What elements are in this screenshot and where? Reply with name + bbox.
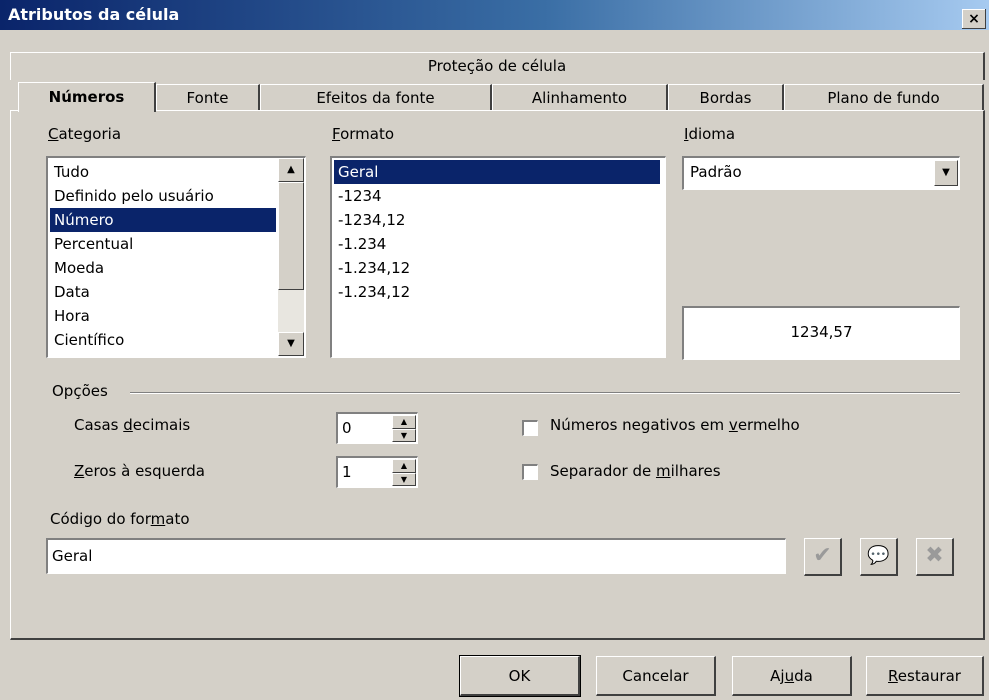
scroll-down-button[interactable]: ▼ bbox=[278, 332, 304, 356]
tab-protecao-de-celula[interactable]: Proteção de célula bbox=[10, 52, 985, 80]
casas-decimais-value[interactable]: 0 bbox=[342, 419, 352, 437]
negativos-vermelho-checkbox[interactable] bbox=[522, 420, 538, 436]
zeros-esquerda-value[interactable]: 1 bbox=[342, 463, 352, 481]
zeros-esquerda-stepper[interactable]: 1 ▲ ▼ bbox=[336, 456, 418, 488]
list-item[interactable]: -1234 bbox=[334, 184, 660, 208]
dialog-window: Atributos da célula × Proteção de célula… bbox=[0, 0, 989, 700]
idioma-label: Idioma bbox=[684, 125, 736, 143]
cancel-button[interactable]: Cancelar bbox=[596, 656, 716, 696]
list-item[interactable]: Científico bbox=[50, 328, 278, 352]
opcoes-group-label: Opções bbox=[52, 382, 108, 400]
scroll-thumb[interactable] bbox=[278, 182, 304, 290]
reset-button[interactable]: Restaurar bbox=[866, 656, 984, 696]
negativos-vermelho-label[interactable]: Números negativos em vermelho bbox=[550, 416, 800, 434]
tab-fonte[interactable]: Fonte bbox=[156, 84, 260, 110]
delete-icon[interactable]: ✖ bbox=[916, 538, 954, 576]
ok-button[interactable]: OK bbox=[459, 655, 581, 697]
formato-label: Formato bbox=[332, 125, 395, 143]
list-item[interactable]: -1.234 bbox=[334, 232, 660, 256]
zeros-esquerda-label: Zeros à esquerda bbox=[74, 462, 205, 480]
idioma-select[interactable]: Padrão ▼ bbox=[682, 156, 960, 190]
help-button[interactable]: Ajuda bbox=[732, 656, 852, 696]
spin-up-icon[interactable]: ▲ bbox=[392, 459, 416, 473]
spin-down-icon[interactable]: ▼ bbox=[392, 429, 416, 442]
categoria-label: Categoria bbox=[48, 125, 122, 143]
tab-plano-de-fundo[interactable]: Plano de fundo bbox=[784, 84, 984, 110]
categoria-scrollbar[interactable]: ▲ ▼ bbox=[278, 158, 304, 356]
tab-bordas[interactable]: Bordas bbox=[668, 84, 784, 110]
chevron-down-icon[interactable]: ▼ bbox=[934, 160, 958, 186]
list-item[interactable]: -1234,12 bbox=[334, 208, 660, 232]
opcoes-divider bbox=[130, 392, 960, 394]
categoria-listbox[interactable]: Tudo Definido pelo usuário Número Percen… bbox=[46, 156, 306, 358]
close-button[interactable]: × bbox=[962, 9, 986, 29]
codigo-formato-value[interactable]: Geral bbox=[52, 547, 92, 565]
tab-numeros[interactable]: Números bbox=[18, 82, 156, 112]
list-item[interactable]: Tudo bbox=[50, 160, 278, 184]
separador-milhares-label[interactable]: Separador de milhares bbox=[550, 462, 721, 480]
casas-decimais-stepper[interactable]: 0 ▲ ▼ bbox=[336, 412, 418, 444]
list-item[interactable]: Hora bbox=[50, 304, 278, 328]
tab-efeitos-da-fonte[interactable]: Efeitos da fonte bbox=[260, 84, 492, 110]
codigo-formato-input[interactable]: Geral bbox=[46, 538, 786, 574]
list-item[interactable]: Moeda bbox=[50, 256, 278, 280]
tab-alinhamento[interactable]: Alinhamento bbox=[492, 84, 668, 110]
list-item[interactable]: -1.234,12 bbox=[334, 256, 660, 280]
formato-listbox[interactable]: Geral -1234 -1234,12 -1.234 -1.234,12 -1… bbox=[330, 156, 666, 358]
idioma-value: Padrão bbox=[690, 163, 742, 181]
list-item[interactable]: Definido pelo usuário bbox=[50, 184, 278, 208]
spin-up-icon[interactable]: ▲ bbox=[392, 415, 416, 429]
list-item[interactable]: Data bbox=[50, 280, 278, 304]
separador-milhares-checkbox[interactable] bbox=[522, 464, 538, 480]
list-item-selected[interactable]: Número bbox=[49, 207, 277, 233]
format-preview: 1234,57 bbox=[682, 306, 960, 360]
list-item[interactable]: -1.234,12 bbox=[334, 280, 660, 304]
scroll-up-button[interactable]: ▲ bbox=[278, 158, 304, 182]
title-bar[interactable]: Atributos da célula × bbox=[0, 0, 989, 30]
window-title: Atributos da célula bbox=[8, 5, 180, 24]
spin-down-icon[interactable]: ▼ bbox=[392, 473, 416, 486]
check-icon[interactable]: ✔ bbox=[804, 538, 842, 576]
list-item[interactable]: Percentual bbox=[50, 232, 278, 256]
codigo-formato-label: Código do formato bbox=[50, 510, 190, 528]
casas-decimais-label: Casas decimais bbox=[74, 416, 191, 434]
comment-icon[interactable]: 💬 bbox=[860, 538, 898, 576]
list-item-selected[interactable]: Geral bbox=[333, 159, 661, 185]
